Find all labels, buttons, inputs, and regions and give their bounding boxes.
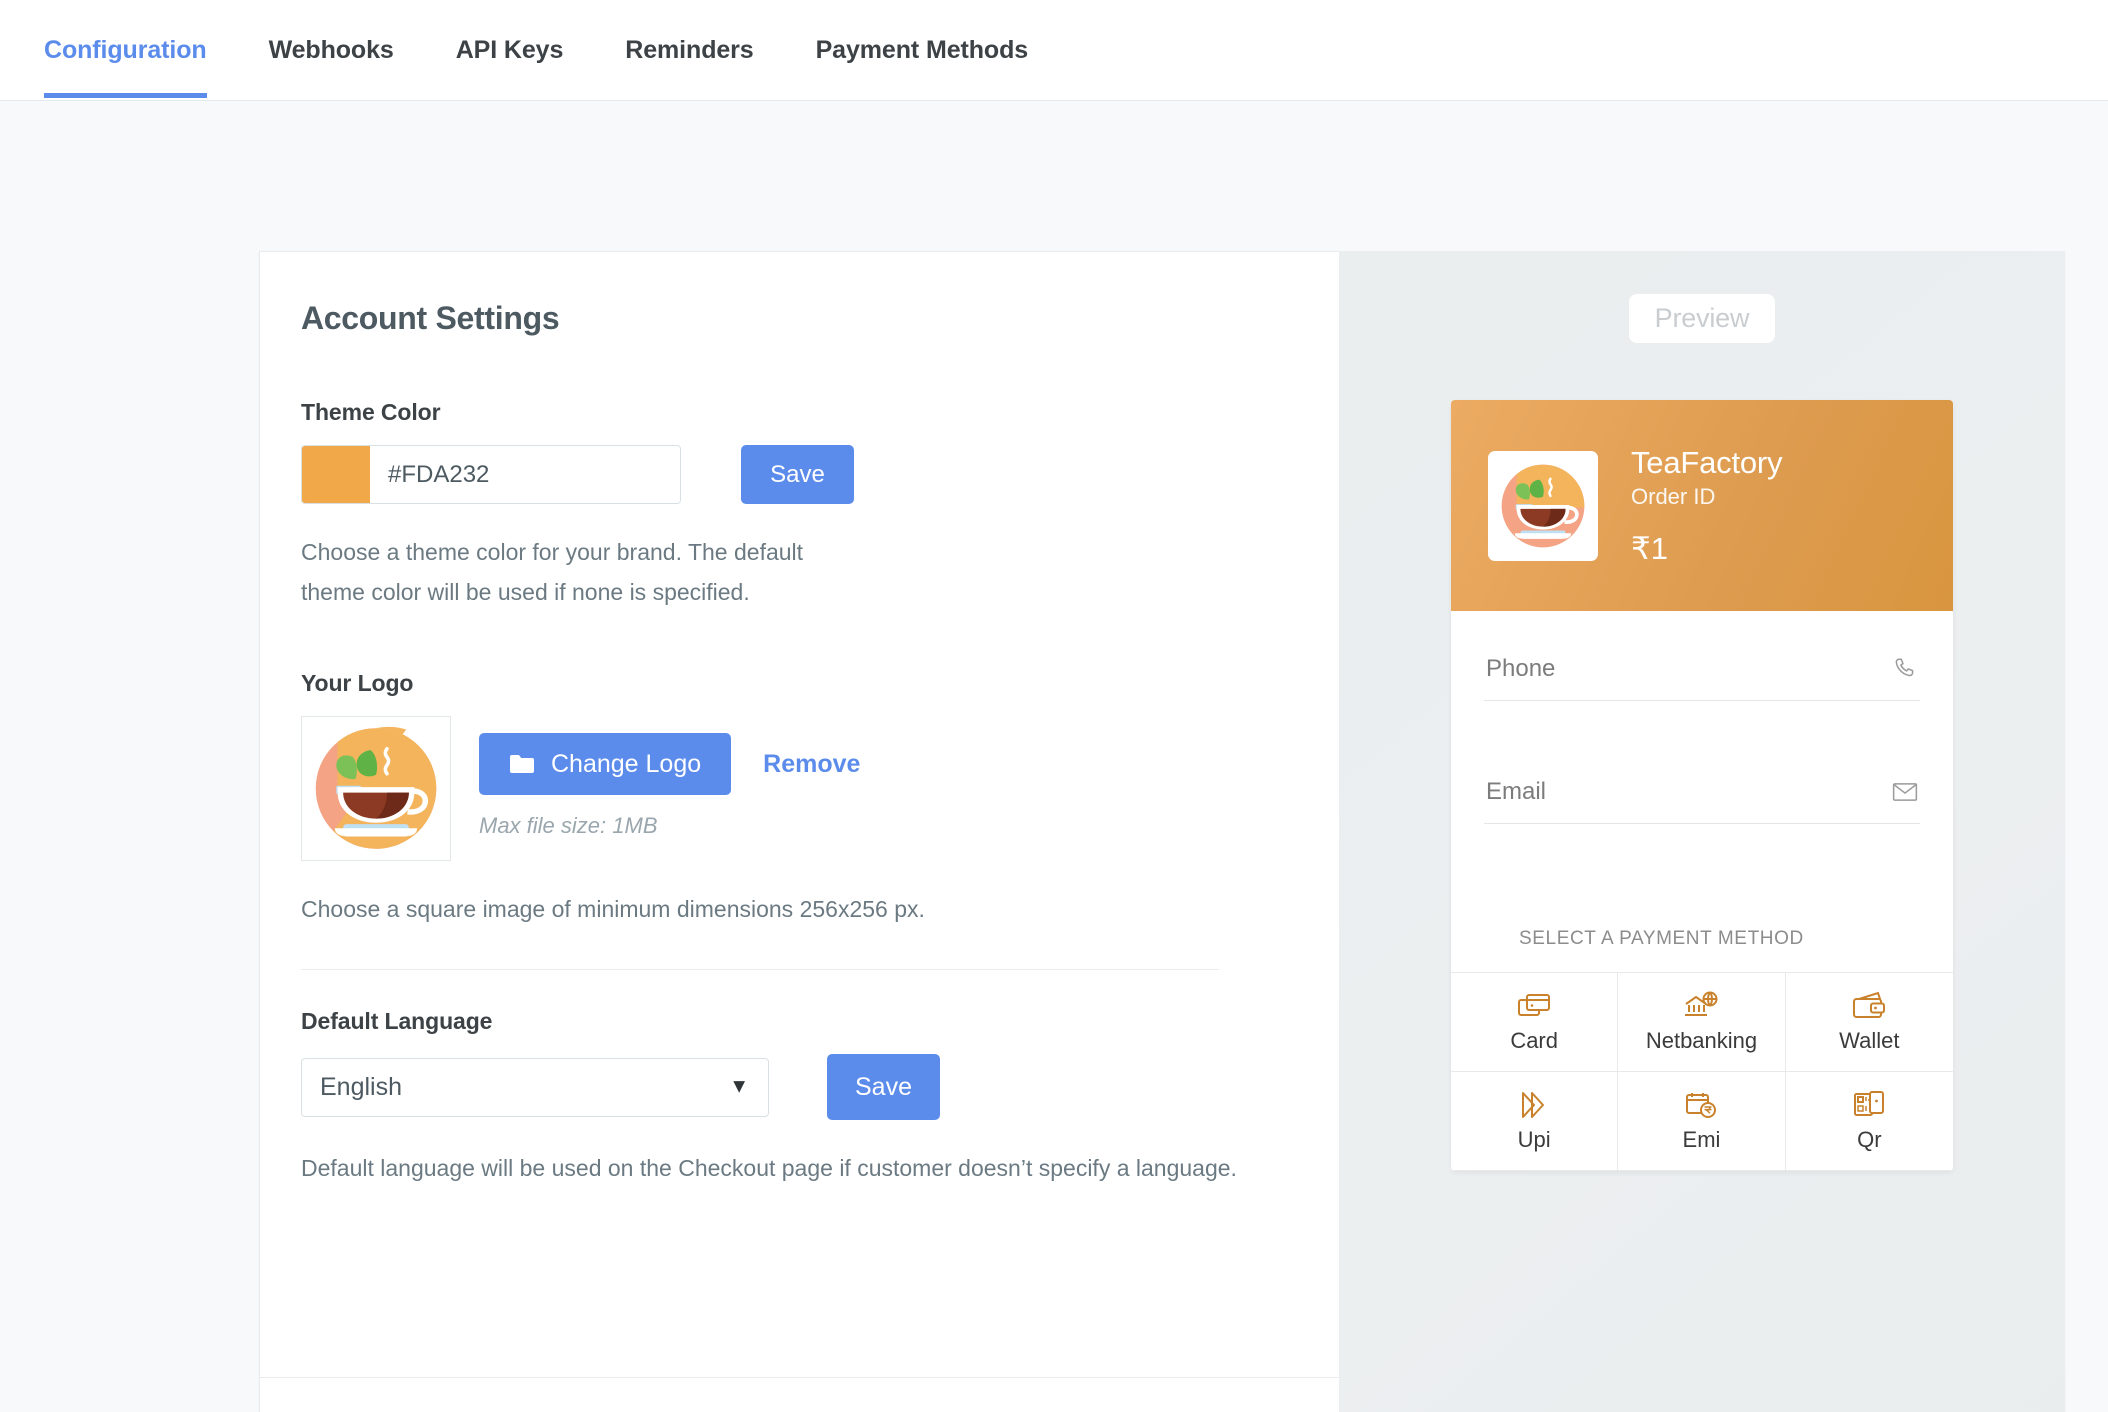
payment-method-wallet[interactable]: Wallet xyxy=(1785,973,1953,1072)
default-language-save-button[interactable]: Save xyxy=(827,1054,940,1120)
logo-helper: Choose a square image of minimum dimensi… xyxy=(301,896,925,922)
tab-webhooks-label: Webhooks xyxy=(268,36,394,64)
phone-field[interactable]: Phone xyxy=(1484,647,1920,701)
preview-badge: Preview xyxy=(1628,294,1776,343)
default-language-label: Default Language xyxy=(301,1008,493,1034)
qr-icon xyxy=(1854,1090,1885,1116)
default-language-helper: Default language will be used on the Che… xyxy=(301,1155,1237,1181)
payment-method-card-label: Card xyxy=(1510,1027,1558,1053)
logo-actions-top: Change Logo Remove xyxy=(479,733,860,795)
max-file-size-text: Max file size: 1MB xyxy=(479,813,658,838)
settings-body: Account Settings Theme Color Save Choose… xyxy=(260,252,1339,1377)
payment-method-section-title: SELECT A PAYMENT METHOD xyxy=(1519,928,1804,949)
business-name: TeaFactory xyxy=(1631,444,1783,480)
payment-method-qr[interactable]: Qr xyxy=(1785,1072,1953,1171)
theme-color-swatch[interactable] xyxy=(302,446,370,503)
logo-thumbnail xyxy=(301,716,451,861)
page-title: Account Settings xyxy=(301,300,560,336)
email-field[interactable]: Email xyxy=(1484,770,1920,824)
preview-panel: Preview TeaFactory Order ID ₹1 Phone Ema… xyxy=(1339,251,2065,1412)
logo-row: Change Logo Remove Max file size: 1MB xyxy=(301,716,1279,861)
upi-icon xyxy=(1522,1091,1545,1118)
payment-method-upi-label: Upi xyxy=(1517,1126,1551,1152)
tab-payment-methods[interactable]: Payment Methods xyxy=(815,0,1029,98)
payment-method-card[interactable]: Card xyxy=(1451,973,1619,1072)
default-language-row: English ▼ Save xyxy=(301,1054,1279,1120)
checkout-meta: TeaFactory Order ID ₹1 xyxy=(1631,444,1783,567)
phone-field-label: Phone xyxy=(1486,655,1556,682)
theme-color-row: Save xyxy=(301,445,1279,504)
payment-methods-grid: Card Netbanking Wallet Upi Emi Qr xyxy=(1451,972,1953,1171)
payment-method-qr-label: Qr xyxy=(1857,1126,1882,1152)
amount-value: ₹1 xyxy=(1631,530,1668,566)
checkout-logo xyxy=(1488,450,1598,561)
teacup-logo-icon xyxy=(315,726,437,849)
theme-color-input[interactable] xyxy=(370,446,680,503)
tab-payment-methods-label: Payment Methods xyxy=(815,36,1029,64)
payment-method-netbanking-label: Netbanking xyxy=(1645,1027,1758,1053)
account-settings-card: Account Settings Theme Color Save Choose… xyxy=(259,251,1339,1412)
email-field-label: Email xyxy=(1486,778,1547,805)
default-language-select[interactable]: English xyxy=(301,1057,769,1117)
tab-reminders-label: Reminders xyxy=(625,36,754,64)
teacup-logo-icon xyxy=(1501,464,1585,547)
tab-configuration-label: Configuration xyxy=(44,36,207,64)
phone-icon xyxy=(1895,658,1914,677)
checkout-header: TeaFactory Order ID ₹1 xyxy=(1451,400,1953,611)
mail-icon xyxy=(1892,783,1918,801)
theme-color-helper: Choose a theme color for your brand. The… xyxy=(301,539,804,605)
folder-icon xyxy=(510,755,534,773)
logo-actions: Change Logo Remove Max file size: 1MB xyxy=(479,716,860,839)
tab-api-keys[interactable]: API Keys xyxy=(456,0,564,98)
theme-color-label: Theme Color xyxy=(301,399,441,425)
checkout-preview-card: TeaFactory Order ID ₹1 Phone Email SELEC… xyxy=(1451,400,1953,1171)
payment-method-emi-label: Emi xyxy=(1682,1126,1721,1152)
theme-color-save-button[interactable]: Save xyxy=(741,445,854,504)
tab-webhooks[interactable]: Webhooks xyxy=(269,0,394,98)
payment-method-netbanking[interactable]: Netbanking xyxy=(1618,973,1786,1072)
your-logo-label: Your Logo xyxy=(301,670,414,696)
theme-color-input-wrap[interactable] xyxy=(301,445,681,504)
change-logo-label: Change Logo xyxy=(551,749,702,778)
tab-configuration[interactable]: Configuration xyxy=(44,0,207,98)
settings-footer: Changes will reflect on Checkout page, P… xyxy=(260,1377,1339,1412)
page-body: Account Settings Theme Color Save Choose… xyxy=(0,101,2108,1412)
wallet-icon xyxy=(1853,991,1886,1018)
settings-shell: Account Settings Theme Color Save Choose… xyxy=(259,251,2065,1412)
payment-method-emi[interactable]: Emi xyxy=(1618,1072,1786,1171)
default-language-select-wrap[interactable]: English ▼ xyxy=(301,1057,769,1117)
tab-bar: Configuration Webhooks API Keys Reminder… xyxy=(0,0,2108,101)
remove-logo-link[interactable]: Remove xyxy=(763,750,860,779)
change-logo-button[interactable]: Change Logo xyxy=(479,733,732,795)
netbanking-icon xyxy=(1685,991,1718,1016)
checkout-form: Phone Email SELECT A PAYMENT METHOD xyxy=(1451,611,1953,972)
payment-method-wallet-label: Wallet xyxy=(1839,1027,1900,1053)
tab-reminders[interactable]: Reminders xyxy=(625,0,753,98)
card-icon xyxy=(1518,993,1551,1016)
emi-icon xyxy=(1686,1092,1717,1118)
payment-method-upi[interactable]: Upi xyxy=(1451,1072,1619,1171)
order-id-label: Order ID xyxy=(1631,483,1716,509)
tab-api-keys-label: API Keys xyxy=(455,36,564,64)
